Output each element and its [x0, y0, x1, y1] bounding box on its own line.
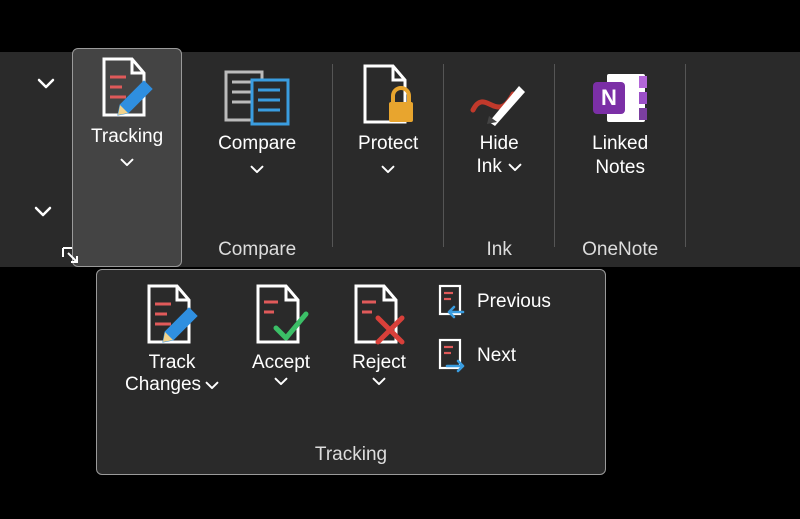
track-changes-icon: [143, 282, 201, 346]
ink-group: Hide Ink Ink: [444, 52, 554, 267]
svg-text:N: N: [601, 85, 617, 110]
dialog-launcher-icon[interactable]: [60, 245, 80, 271]
group-label-onenote: OneNote: [555, 239, 685, 261]
protect-button[interactable]: Protect: [352, 62, 424, 176]
previous-icon: [437, 284, 467, 320]
ribbon-bar: Tracking: [0, 52, 800, 267]
group-label-compare: Compare: [182, 239, 332, 261]
hide-ink-label-2: Ink: [476, 156, 501, 178]
previous-label: Previous: [477, 291, 551, 313]
track-changes-button[interactable]: Track Changes: [117, 282, 227, 396]
hide-ink-label-1: Hide: [480, 132, 519, 156]
protect-group: Protect: [333, 52, 443, 267]
tracking-icon: [98, 55, 156, 119]
linked-notes-label-1: Linked: [592, 132, 648, 156]
collapsed-control-2[interactable]: [0, 172, 60, 267]
accept-button[interactable]: Accept: [235, 282, 327, 388]
next-button[interactable]: Next: [437, 338, 551, 374]
protect-label: Protect: [358, 132, 418, 156]
chevron-down-icon: [508, 160, 522, 174]
ink-icon: [469, 62, 529, 126]
accept-icon: [252, 282, 310, 346]
collapsed-control-1[interactable]: [0, 52, 63, 112]
linked-notes-button[interactable]: N Linked Notes: [585, 62, 655, 180]
onenote-icon: N: [591, 62, 649, 126]
linked-notes-label-2: Notes: [595, 156, 645, 180]
chevron-down-icon: [274, 374, 288, 388]
reject-label: Reject: [352, 352, 406, 374]
reject-icon: [350, 282, 408, 346]
chevron-down-icon: [34, 202, 52, 220]
accept-label: Accept: [252, 352, 310, 374]
chevron-down-icon: [250, 162, 264, 176]
next-icon: [437, 338, 467, 374]
flyout-group-label: Tracking: [97, 444, 605, 466]
group-label-ink: Ink: [444, 239, 554, 261]
ribbon-groups: Tracking: [72, 52, 686, 267]
track-changes-label-2: Changes: [125, 374, 201, 396]
next-label: Next: [477, 345, 516, 367]
compare-group: Compare Compare: [182, 52, 332, 267]
chevron-down-icon: [205, 378, 219, 392]
reject-button[interactable]: Reject: [335, 282, 423, 388]
chevron-down-icon: [120, 155, 134, 169]
previous-button[interactable]: Previous: [437, 284, 551, 320]
compare-button[interactable]: Compare: [212, 62, 302, 176]
chevron-down-icon: [37, 74, 55, 92]
compare-icon: [224, 62, 290, 126]
track-changes-label-1: Track: [149, 352, 196, 374]
chevron-down-icon: [381, 162, 395, 176]
hide-ink-button[interactable]: Hide Ink: [463, 62, 535, 178]
chevron-down-icon: [372, 374, 386, 388]
tracking-label: Tracking: [91, 125, 163, 149]
compare-label: Compare: [218, 132, 296, 156]
onenote-group: N Linked Notes OneNote: [555, 52, 685, 267]
tracking-button[interactable]: Tracking: [72, 48, 182, 267]
protect-icon: [359, 62, 417, 126]
tracking-flyout: Track Changes Accept: [96, 269, 606, 475]
separator: [685, 64, 686, 247]
